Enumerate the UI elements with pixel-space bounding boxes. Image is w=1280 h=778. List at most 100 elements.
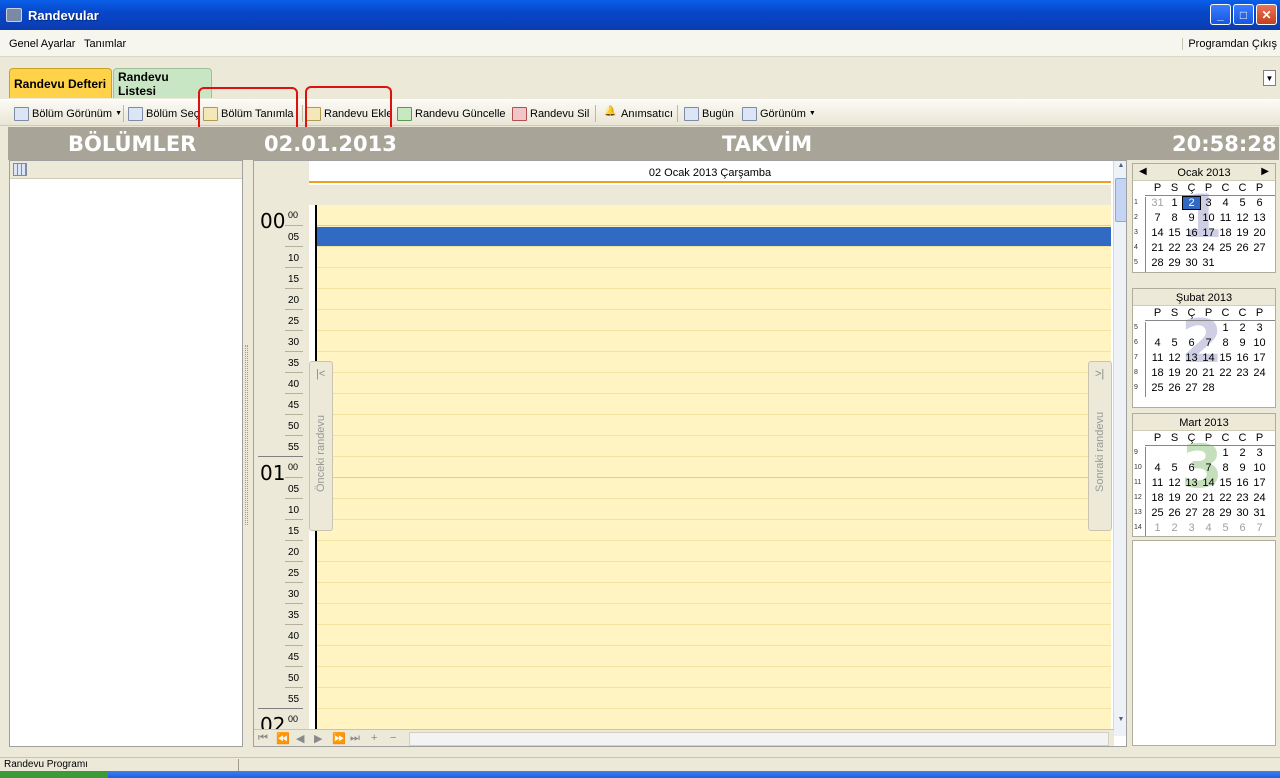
day-cell[interactable]: 26 <box>1234 242 1251 254</box>
day-cell[interactable]: 28 <box>1200 507 1217 519</box>
bolum-gorunum-button[interactable]: Bölüm Görünüm ▼ <box>14 105 122 122</box>
day-cell[interactable]: 27 <box>1251 242 1268 254</box>
day-cell[interactable]: 14 <box>1200 352 1217 364</box>
day-cell[interactable]: 11 <box>1149 477 1166 489</box>
day-cell[interactable]: 23 <box>1234 367 1251 379</box>
day-cell[interactable]: 7 <box>1251 522 1268 534</box>
next-page-icon[interactable]: ⏩ <box>332 732 346 745</box>
day-cell[interactable]: 6 <box>1234 522 1251 534</box>
day-cell[interactable]: 17 <box>1251 352 1268 364</box>
day-cell[interactable]: 25 <box>1149 507 1166 519</box>
day-cell[interactable]: 8 <box>1217 337 1234 349</box>
remove-record-icon[interactable]: − <box>390 732 396 744</box>
selected-time-slot[interactable] <box>317 227 1111 247</box>
gorunum-button[interactable]: Görünüm ▼ <box>742 105 816 122</box>
day-cell[interactable]: 16 <box>1234 352 1251 364</box>
day-cell[interactable]: 3 <box>1251 447 1268 459</box>
day-cell[interactable]: 18 <box>1217 227 1234 239</box>
day-cell[interactable]: 13 <box>1183 477 1200 489</box>
day-cell[interactable]: 24 <box>1200 242 1217 254</box>
animsatici-button[interactable]: Anımsatıcı <box>603 105 673 122</box>
day-cell[interactable]: 1 <box>1217 322 1234 334</box>
day-cell[interactable]: 1 <box>1149 522 1166 534</box>
vertical-scrollbar[interactable]: ▲ ▼ <box>1113 161 1126 736</box>
day-cell[interactable]: 16 <box>1183 227 1200 239</box>
day-cell[interactable]: 15 <box>1217 352 1234 364</box>
scroll-down-icon[interactable]: ▼ <box>1115 716 1126 730</box>
day-cell[interactable]: 19 <box>1166 492 1183 504</box>
day-cell[interactable]: 18 <box>1149 367 1166 379</box>
day-cell[interactable]: 11 <box>1149 352 1166 364</box>
day-cell[interactable]: 24 <box>1251 492 1268 504</box>
day-cell[interactable]: 29 <box>1166 257 1183 269</box>
next-appointment-button[interactable]: >| Sonraki randevu <box>1088 361 1112 531</box>
day-cell[interactable]: 6 <box>1251 197 1268 209</box>
next-record-icon[interactable]: ▶ <box>314 732 322 745</box>
day-cell[interactable]: 24 <box>1251 367 1268 379</box>
day-cell[interactable]: 17 <box>1200 227 1217 239</box>
bugun-button[interactable]: Bugün <box>684 105 734 122</box>
start-button[interactable] <box>0 771 108 778</box>
day-cell[interactable]: 3 <box>1200 197 1217 209</box>
day-cell[interactable]: 26 <box>1166 507 1183 519</box>
day-cell[interactable]: 9 <box>1234 337 1251 349</box>
day-cell[interactable]: 21 <box>1200 492 1217 504</box>
randevu-sil-button[interactable]: Randevu Sil <box>512 105 589 122</box>
day-cell[interactable]: 3 <box>1251 322 1268 334</box>
day-cell[interactable]: 20 <box>1183 367 1200 379</box>
previous-record-icon[interactable]: ◀ <box>296 732 304 745</box>
grid-icon[interactable] <box>13 163 27 176</box>
day-cell[interactable]: 2 <box>1234 447 1251 459</box>
day-cell[interactable]: 5 <box>1217 522 1234 534</box>
day-cell[interactable]: 25 <box>1149 382 1166 394</box>
day-cell[interactable]: 2 <box>1182 196 1201 210</box>
day-cell[interactable]: 17 <box>1251 477 1268 489</box>
day-cell[interactable]: 1 <box>1217 447 1234 459</box>
day-cell[interactable]: 29 <box>1217 507 1234 519</box>
day-cell[interactable]: 26 <box>1166 382 1183 394</box>
previous-appointment-button[interactable]: |< Önceki randevu <box>309 361 333 531</box>
day-cell[interactable]: 30 <box>1234 507 1251 519</box>
day-cell[interactable]: 8 <box>1166 212 1183 224</box>
day-cell[interactable]: 4 <box>1217 197 1234 209</box>
day-cell[interactable]: 6 <box>1183 462 1200 474</box>
menu-genel-ayarlar[interactable]: Genel Ayarlar <box>9 38 75 50</box>
day-cell[interactable]: 7 <box>1200 337 1217 349</box>
appointment-grid[interactable] <box>315 205 1111 735</box>
day-cell[interactable]: 4 <box>1149 337 1166 349</box>
first-record-icon[interactable]: ⏮ <box>258 732 268 745</box>
day-cell[interactable]: 5 <box>1166 337 1183 349</box>
day-cell[interactable]: 28 <box>1149 257 1166 269</box>
next-month-icon[interactable]: ▶ <box>1261 166 1269 177</box>
day-cell[interactable]: 5 <box>1234 197 1251 209</box>
day-cell[interactable]: 23 <box>1183 242 1200 254</box>
bolum-sec-button[interactable]: Bölüm Seç <box>128 105 199 122</box>
day-cell[interactable]: 13 <box>1183 352 1200 364</box>
day-cell[interactable]: 27 <box>1183 382 1200 394</box>
day-cell[interactable]: 18 <box>1149 492 1166 504</box>
day-cell[interactable]: 6 <box>1183 337 1200 349</box>
day-cell[interactable]: 19 <box>1234 227 1251 239</box>
day-cell[interactable]: 7 <box>1149 212 1166 224</box>
day-cell[interactable]: 10 <box>1200 212 1217 224</box>
day-cell[interactable]: 12 <box>1234 212 1251 224</box>
day-cell[interactable]: 15 <box>1166 227 1183 239</box>
day-cell[interactable]: 2 <box>1234 322 1251 334</box>
day-cell[interactable]: 22 <box>1166 242 1183 254</box>
randevu-guncelle-button[interactable]: Randevu Güncelle <box>397 105 506 122</box>
day-cell[interactable]: 11 <box>1217 212 1234 224</box>
day-cell[interactable]: 19 <box>1166 367 1183 379</box>
minimize-button[interactable]: _ <box>1210 4 1231 25</box>
day-cell[interactable]: 20 <box>1251 227 1268 239</box>
day-cell[interactable]: 2 <box>1166 522 1183 534</box>
day-cell[interactable]: 5 <box>1166 462 1183 474</box>
tab-randevu-defteri[interactable]: Randevu Defteri <box>9 68 112 98</box>
day-cell[interactable]: 20 <box>1183 492 1200 504</box>
add-record-icon[interactable]: + <box>371 732 377 744</box>
day-cell[interactable]: 31 <box>1149 197 1166 209</box>
day-cell[interactable]: 12 <box>1166 477 1183 489</box>
day-cell[interactable]: 10 <box>1251 462 1268 474</box>
maximize-button[interactable]: □ <box>1233 4 1254 25</box>
tab-dropdown-button[interactable]: ▼ <box>1263 70 1276 86</box>
day-cell[interactable]: 14 <box>1149 227 1166 239</box>
